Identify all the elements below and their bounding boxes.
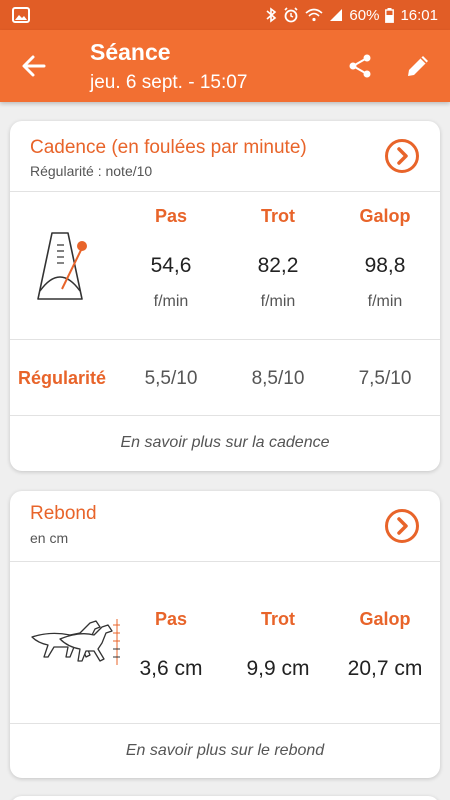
app-bar: Séance jeu. 6 sept. - 15:07: [0, 30, 450, 102]
gallery-notification-icon: [12, 7, 30, 23]
cadence-unit-trot: f/min: [260, 293, 296, 310]
edit-pencil-icon[interactable]: [404, 52, 432, 80]
clock-time: 16:01: [400, 6, 438, 24]
regularity-value-pas: 5,5/10: [144, 368, 198, 389]
rebond-value-pas: 3,6 cm: [139, 657, 203, 680]
signal-icon: [329, 8, 343, 22]
rebond-gait-pas: Pas: [154, 609, 188, 629]
rebond-gait-trot: Trot: [261, 609, 295, 629]
cadence-gait-galop: Galop: [359, 206, 411, 226]
divider: [10, 339, 440, 340]
rebond-card: Rebond en cm Pas Trot Galop 3,6 cm 9,9 c…: [10, 491, 440, 778]
cadence-gait-trot: Trot: [261, 206, 295, 226]
divider: [10, 191, 440, 192]
bluetooth-icon: [265, 7, 277, 23]
cadence-card-title: Cadence (en foulées par minute): [30, 137, 307, 158]
cadence-value-trot: 82,2: [257, 254, 299, 277]
cadence-unit-galop: f/min: [367, 293, 403, 310]
divider: [10, 723, 440, 724]
battery-percent: 60%: [349, 6, 380, 24]
horse-bounce-icon: [20, 615, 120, 667]
rebond-value-trot: 9,9 cm: [246, 657, 310, 680]
session-datetime: jeu. 6 sept. - 15:07: [90, 72, 248, 93]
cadence-unit-pas: f/min: [153, 293, 189, 310]
regularity-value-galop: 7,5/10: [358, 368, 412, 389]
cadence-value-pas: 54,6: [150, 254, 192, 277]
back-arrow-icon[interactable]: [20, 52, 48, 80]
cadence-card: Cadence (en foulées par minute) Régulari…: [10, 121, 440, 471]
regularity-value-trot: 8,5/10: [251, 368, 305, 389]
divider: [10, 561, 440, 562]
cadence-card-subtitle: Régularité : note/10: [30, 163, 153, 179]
rebond-value-galop: 20,7 cm: [347, 657, 423, 680]
cadence-value-galop: 98,8: [364, 254, 406, 277]
status-bar: 60% 16:01: [0, 0, 450, 30]
alarm-icon: [283, 7, 299, 23]
cadence-more-link[interactable]: En savoir plus sur la cadence: [10, 434, 440, 452]
rebond-more-link[interactable]: En savoir plus sur le rebond: [10, 742, 440, 760]
wifi-icon: [305, 8, 323, 22]
battery-icon: [385, 7, 395, 23]
divider: [10, 415, 440, 416]
rebond-details-button[interactable]: [384, 508, 420, 544]
cadence-gait-pas: Pas: [154, 206, 188, 226]
metronome-icon: [36, 231, 100, 303]
rebond-card-title: Rebond: [30, 503, 97, 524]
cadence-details-button[interactable]: [384, 138, 420, 174]
next-card: [10, 796, 440, 800]
rebond-gait-galop: Galop: [359, 609, 411, 629]
page-title: Séance: [90, 39, 171, 65]
regularity-label: Régularité: [18, 368, 107, 388]
rebond-card-subtitle: en cm: [30, 530, 69, 546]
share-icon[interactable]: [346, 52, 374, 80]
